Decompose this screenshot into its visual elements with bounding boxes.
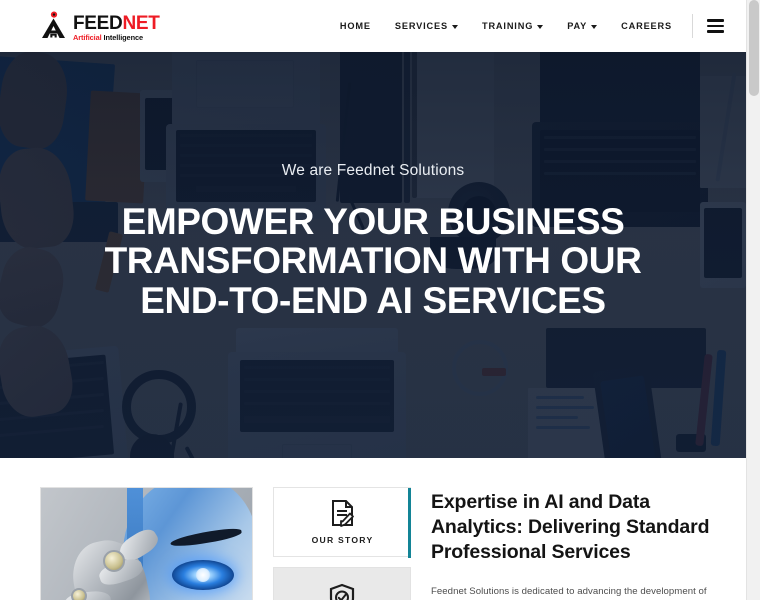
page-viewport: FEEDNET Artificial Intelligence HOME SER…: [0, 0, 746, 600]
site-header: FEEDNET Artificial Intelligence HOME SER…: [0, 0, 746, 52]
chevron-down-icon: [591, 24, 598, 29]
chevron-down-icon: [537, 24, 544, 29]
tab-our-story[interactable]: OUR STORY: [273, 487, 411, 558]
main-navigation: HOME SERVICES TRAINING PAY CAREERS: [328, 14, 728, 38]
about-section: OUR STORY Expertise in AI and Data Analy…: [0, 458, 746, 600]
about-paragraph: Feednet Solutions is dedicated to advanc…: [431, 585, 707, 597]
document-edit-icon: [330, 499, 356, 527]
logo-text-net: NET: [122, 12, 160, 34]
logo-tagline-artificial: Artificial: [73, 32, 102, 42]
hero-content: We are Feednet Solutions EMPOWER YOUR BU…: [0, 52, 746, 458]
hero-title: EMPOWER YOUR BUSINESS TRANSFORMATION WIT…: [105, 202, 642, 320]
site-logo[interactable]: FEEDNET Artificial Intelligence: [38, 11, 160, 41]
about-heading: Expertise in AI and Data Analytics: Deli…: [431, 490, 716, 565]
about-heading-line-1: Expertise in AI and Data: [431, 491, 650, 513]
nav-item-services[interactable]: SERVICES: [383, 15, 470, 37]
nav-label-training: TRAINING: [481, 21, 534, 31]
hero-title-line-3: END-TO-END AI SERVICES: [140, 279, 606, 321]
about-text-column: Expertise in AI and Data Analytics: Deli…: [413, 487, 746, 600]
nav-item-pay[interactable]: PAY: [555, 15, 609, 37]
about-tab-list: OUR STORY: [273, 487, 413, 600]
about-heading-line-3: Professional Services: [431, 540, 631, 563]
scrollbar-thumb[interactable]: [749, 0, 759, 96]
tab-label-our-story: OUR STORY: [311, 535, 374, 545]
ai-robot-face-image: [40, 487, 253, 600]
nav-item-home[interactable]: HOME: [328, 15, 383, 37]
hamburger-menu-icon[interactable]: [703, 17, 728, 35]
nav-label-careers: CAREERS: [621, 21, 672, 31]
nav-label-home: HOME: [339, 21, 371, 31]
nav-item-training[interactable]: TRAINING: [470, 15, 555, 37]
logo-text-feed: FEED: [73, 12, 123, 34]
hero-banner: We are Feednet Solutions EMPOWER YOUR BU…: [0, 52, 746, 458]
hamburger-bar: [707, 30, 724, 33]
hero-subtitle: We are Feednet Solutions: [281, 162, 465, 180]
page-scrollbar[interactable]: [746, 0, 760, 600]
nav-label-pay: PAY: [567, 21, 588, 31]
nav-label-services: SERVICES: [394, 21, 448, 31]
logo-wordmark: FEEDNET Artificial Intelligence: [73, 11, 160, 41]
chevron-down-icon: [451, 24, 458, 29]
hamburger-bar: [707, 24, 724, 28]
hero-title-line-2: TRANSFORMATION WITH OUR: [104, 240, 642, 282]
nav-item-careers[interactable]: CAREERS: [609, 15, 684, 37]
about-heading-line-2: Analytics: Delivering Standard: [431, 515, 710, 538]
shield-check-icon: [328, 583, 356, 600]
nav-divider: [692, 14, 693, 38]
tab-shield[interactable]: [273, 567, 411, 600]
hamburger-bar: [707, 19, 724, 22]
hero-title-line-1: EMPOWER YOUR BUSINESS: [121, 201, 625, 243]
feednet-triangle-logo-icon: [38, 11, 68, 41]
page-root: FEEDNET Artificial Intelligence HOME SER…: [0, 0, 760, 600]
logo-tagline-intelligence: Intelligence: [103, 32, 144, 42]
